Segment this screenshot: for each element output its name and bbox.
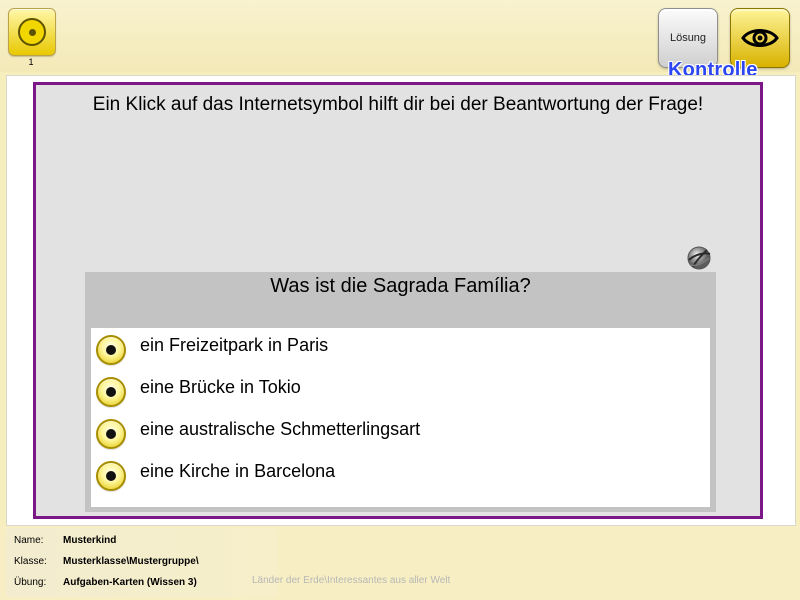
question-text: Was ist die Sagrada Família? [270,275,531,297]
answer-option-4[interactable]: eine Kirche in Barcelona [91,454,710,492]
internet-icon[interactable] [686,245,712,271]
instruction-text: Ein Klick auf das Internetsymbol hilft d… [92,94,704,115]
radio-button-icon[interactable] [96,461,126,491]
quiz-card: Ein Klick auf das Internetsymbol hilft d… [33,82,763,519]
solution-label: Lösung [669,32,707,44]
class-value: Musterklasse\Mustergruppe\ [63,556,199,567]
radio-button-icon[interactable] [96,335,126,365]
radio-dot [106,345,116,355]
breadcrumb-path: Länder der Erde\Interessantes aus aller … [252,575,451,586]
radio-dot [106,429,116,439]
app-button[interactable] [8,8,56,56]
answer-text: eine Kirche in Barcelona [140,461,336,481]
answers-box: ein Freizeitpark in Paris eine Brücke in… [91,328,710,507]
answer-option-1[interactable]: ein Freizeitpark in Paris [91,328,710,366]
answer-text: ein Freizeitpark in Paris [140,335,329,355]
answer-option-3[interactable]: eine australische Schmetterlingsart [91,412,710,450]
exercise-label: Übung: [14,577,47,588]
eye-icon [741,29,779,47]
radio-button-icon[interactable] [96,419,126,449]
class-label: Klasse: [14,556,47,567]
name-label: Name: [14,535,44,546]
yellow-circle-icon [18,18,46,46]
answer-option-2[interactable]: eine Brücke in Tokio [91,370,710,408]
radio-button-icon[interactable] [96,377,126,407]
answer-text: eine Brücke in Tokio [140,377,301,397]
page-number: 1 [28,57,34,67]
answer-text: eine australische Schmetterlingsart [140,419,421,439]
top-bar: 1 Lösung Kontrolle [0,0,800,81]
yellow-circle-dot [28,28,36,36]
globe-icon [687,246,711,270]
question-panel: Was ist die Sagrada Família? ein Freizei… [85,272,716,512]
footer-info-panel: Name: Musterkind Klasse: Musterklasse\Mu… [6,528,278,597]
footer: Name: Musterkind Klasse: Musterklasse\Mu… [0,526,800,600]
exercise-value: Aufgaben-Karten (Wissen 3) [63,577,197,588]
radio-dot [106,471,116,481]
radio-dot [106,387,116,397]
name-value: Musterkind [63,535,117,546]
